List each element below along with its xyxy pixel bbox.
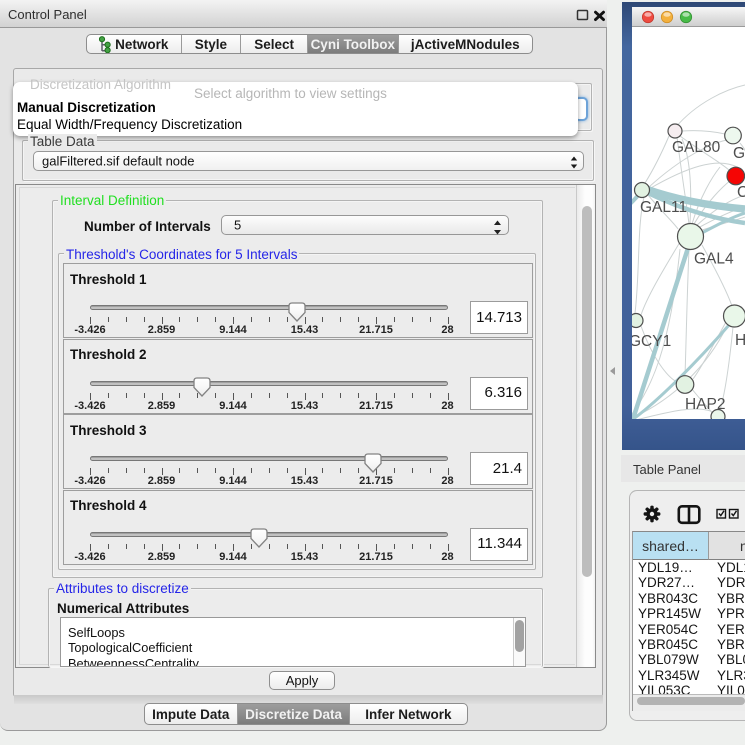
svg-text:GAL80: GAL80 xyxy=(672,139,721,156)
svg-text:HAP2: HAP2 xyxy=(685,396,726,413)
svg-text:GAL4: GAL4 xyxy=(694,251,734,268)
svg-text:H: H xyxy=(735,332,745,349)
svg-text:GCY1: GCY1 xyxy=(632,333,671,350)
svg-text:C: C xyxy=(737,184,745,201)
svg-text:GA: GA xyxy=(733,145,745,162)
svg-text:GAL11: GAL11 xyxy=(640,199,687,216)
